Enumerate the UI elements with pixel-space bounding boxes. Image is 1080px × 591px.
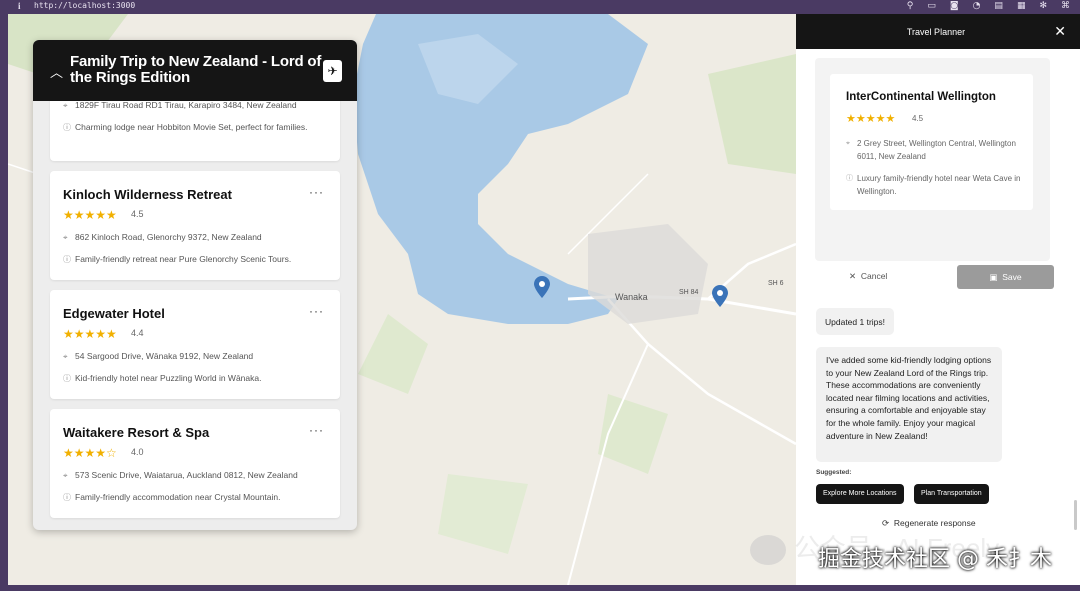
map-pin-icon[interactable] (534, 276, 550, 298)
hotel-name: Waitakere Resort & Spa (63, 425, 210, 440)
description-text: Family-friendly retreat near Pure Glenor… (75, 254, 292, 264)
hotel-name: InterContinental Wellington (846, 91, 996, 103)
rating-value: 4.5 (912, 114, 924, 123)
description-text: Kid-friendly hotel near Puzzling World i… (75, 373, 262, 383)
link-icon[interactable]: ⚲ (907, 1, 914, 11)
suggestion-explore-button[interactable]: Explore More Locations (816, 484, 904, 504)
address-text: 2 Grey Street, Wellington Central, Welli… (857, 139, 1016, 161)
wifi-icon[interactable]: ◔ (973, 1, 981, 11)
address-row: ⌖ 862 Kinloch Road, Glenorchy 9372, New Z… (63, 231, 325, 244)
close-icon[interactable]: ✕ (1054, 23, 1066, 40)
camera-icon[interactable]: ◙ (950, 1, 959, 11)
description-text: Family-friendly accommodation near Cryst… (75, 492, 281, 502)
settings-icon[interactable]: ✻ (1039, 1, 1047, 11)
description-row: ⓘ Luxury family-friendly hotel near Weta … (846, 173, 1027, 198)
road-label: SH 84 (679, 289, 699, 296)
description-text: Luxury family-friendly hotel near Weta C… (857, 174, 1021, 196)
regenerate-label: Regenerate response (893, 518, 976, 528)
window-icon[interactable]: ▭ (927, 1, 936, 11)
trip-header: ︿ Family Trip to New Zealand - Lord of t… (33, 40, 357, 101)
star-rating: ★★★★★ (63, 208, 117, 222)
cancel-button[interactable]: ✕ Cancel (849, 271, 887, 282)
wechat-logo-icon (750, 535, 786, 566)
road-label: SH 6 (768, 280, 784, 287)
info-icon: ⓘ (63, 374, 71, 383)
planner-title: Travel Planner (906, 27, 966, 37)
info-icon: ⓘ (846, 175, 853, 182)
more-options-icon[interactable]: ··· (309, 185, 324, 199)
plane-icon[interactable]: ✈ (323, 60, 342, 82)
status-message: Updated 1 trips! (816, 308, 895, 335)
rating-value: 4.0 (131, 447, 144, 457)
refresh-icon: ⟳ (882, 518, 890, 528)
trip-title: Family Trip to New Zealand - Lord of the… (70, 53, 322, 86)
grid-icon[interactable]: ▦ (1017, 1, 1026, 11)
star-rating: ★★★★☆ (63, 446, 117, 460)
location-icon: ⌖ (846, 140, 850, 147)
description-row: ⓘ Family-friendly accommodation near Crys… (63, 491, 325, 504)
close-icon: ✕ (849, 271, 857, 281)
suggestion-transport-button[interactable]: Plan Transportation (914, 484, 989, 504)
cancel-label: Cancel (860, 271, 888, 281)
description-row: ⓘ Charming lodge near Hobbiton Movie Set,… (63, 121, 325, 134)
trip-panel: ︿ Family Trip to New Zealand - Lord of t… (33, 40, 357, 530)
browser-top-bar: i http://localhost:3000 ⚲ ▭ ◙ ◔ ▤ ▦ ✻ ⌘ (0, 0, 1080, 14)
travel-planner-panel: Travel Planner ✕ InterContinental Wellin… (796, 14, 1080, 585)
info-icon: ⓘ (63, 493, 71, 502)
rating-value: 4.5 (131, 209, 144, 219)
hotel-card: InterContinental Wellington ★★★★★ 4.5 ⌖ 2… (830, 74, 1033, 210)
address-row: ⌖ 573 Scenic Drive, Waiatarua, Auckland 0… (63, 469, 325, 482)
save-icon: ▣ (989, 272, 998, 282)
description-text: Charming lodge near Hobbiton Movie Set, … (75, 122, 308, 132)
address-text: 573 Scenic Drive, Waiatarua, Auckland 08… (75, 470, 298, 480)
scrollbar[interactable] (1074, 500, 1077, 530)
more-options-icon[interactable]: ··· (309, 304, 324, 318)
assistant-message: I've added some kid-friendly lodging opt… (816, 347, 1002, 462)
info-icon[interactable]: i (18, 1, 21, 11)
list-item[interactable]: Kinloch Wilderness Retreat ··· ★★★★★ 4.5… (50, 171, 340, 280)
star-rating: ★★★★★ (846, 113, 896, 125)
browser-toolbar: ⚲ ▭ ◙ ◔ ▤ ▦ ✻ ⌘ (907, 1, 1070, 11)
location-icon: ⌖ (63, 471, 68, 480)
list-item[interactable]: Waitakere Resort & Spa ··· ★★★★☆ 4.0 ⌖ 57… (50, 409, 340, 518)
hotel-edit-box: InterContinental Wellington ★★★★★ 4.5 ⌖ 2… (815, 58, 1054, 289)
info-icon: ⓘ (63, 255, 71, 264)
watermark-community: 掘金技术社区 @ 禾扌木 (818, 547, 1052, 572)
hotel-name: Edgewater Hotel (63, 306, 165, 321)
description-row: ⓘ Kid-friendly hotel near Puzzling World … (63, 372, 325, 385)
address-row: ⌖ 54 Sargood Drive, Wānaka 9192, New Zeal… (63, 350, 325, 363)
address-text: 862 Kinloch Road, Glenorchy 9372, New Ze… (75, 232, 262, 242)
place-label: Wanaka (615, 292, 648, 302)
star-rating: ★★★★★ (63, 327, 117, 341)
hotel-name: Kinloch Wilderness Retreat (63, 187, 232, 202)
rating-value: 4.4 (131, 328, 144, 338)
info-icon: ⓘ (63, 123, 71, 132)
more-options-icon[interactable]: ··· (309, 423, 324, 437)
address-row: ⌖ 2 Grey Street, Wellington Central, Well… (846, 138, 1027, 163)
map-pin-icon[interactable] (712, 285, 728, 307)
layout-icon[interactable]: ▤ (994, 1, 1003, 11)
save-button[interactable]: ▣ Save (957, 265, 1054, 289)
url-text[interactable]: http://localhost:3000 (34, 1, 135, 10)
address-text: 54 Sargood Drive, Wānaka 9192, New Zeala… (75, 351, 254, 361)
suggested-label: Suggested: (816, 469, 852, 476)
description-row: ⓘ Family-friendly retreat near Pure Gleno… (63, 253, 325, 266)
save-label: Save (1002, 272, 1022, 282)
list-item[interactable]: Edgewater Hotel ··· ★★★★★ 4.4 ⌖ 54 Sargoo… (50, 290, 340, 399)
planner-header: Travel Planner ✕ (796, 14, 1080, 49)
game-icon[interactable]: ⌘ (1061, 1, 1070, 11)
location-icon: ⌖ (63, 233, 68, 242)
location-icon: ⌖ (63, 101, 68, 110)
chevron-up-icon[interactable]: ︿ (50, 62, 63, 81)
location-icon: ⌖ (63, 352, 68, 361)
